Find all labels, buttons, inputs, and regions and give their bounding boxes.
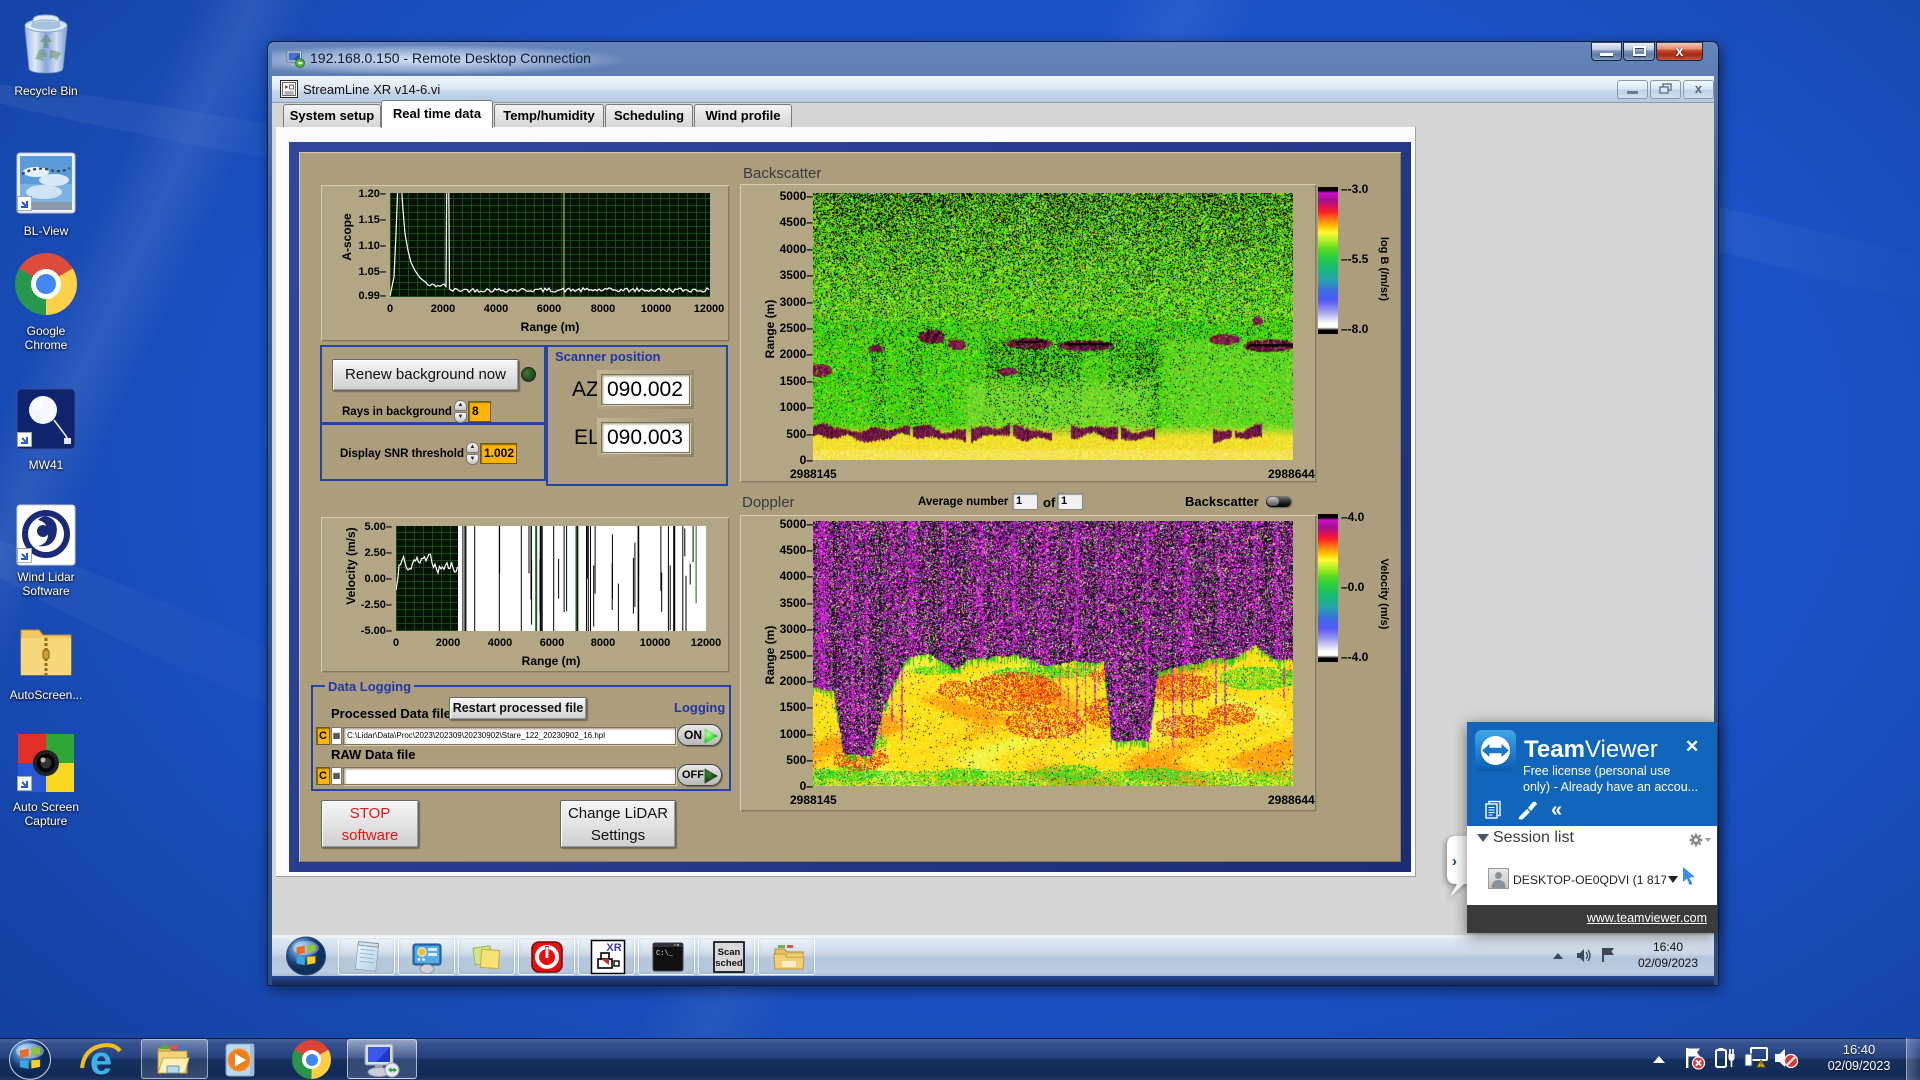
svg-text:Scan: Scan: [718, 947, 741, 958]
svg-text:sched: sched: [715, 958, 743, 969]
svg-text:›: ›: [1452, 853, 1457, 870]
svg-text:!: !: [1760, 1063, 1762, 1069]
svg-text:C:\_: C:\_: [656, 950, 674, 958]
